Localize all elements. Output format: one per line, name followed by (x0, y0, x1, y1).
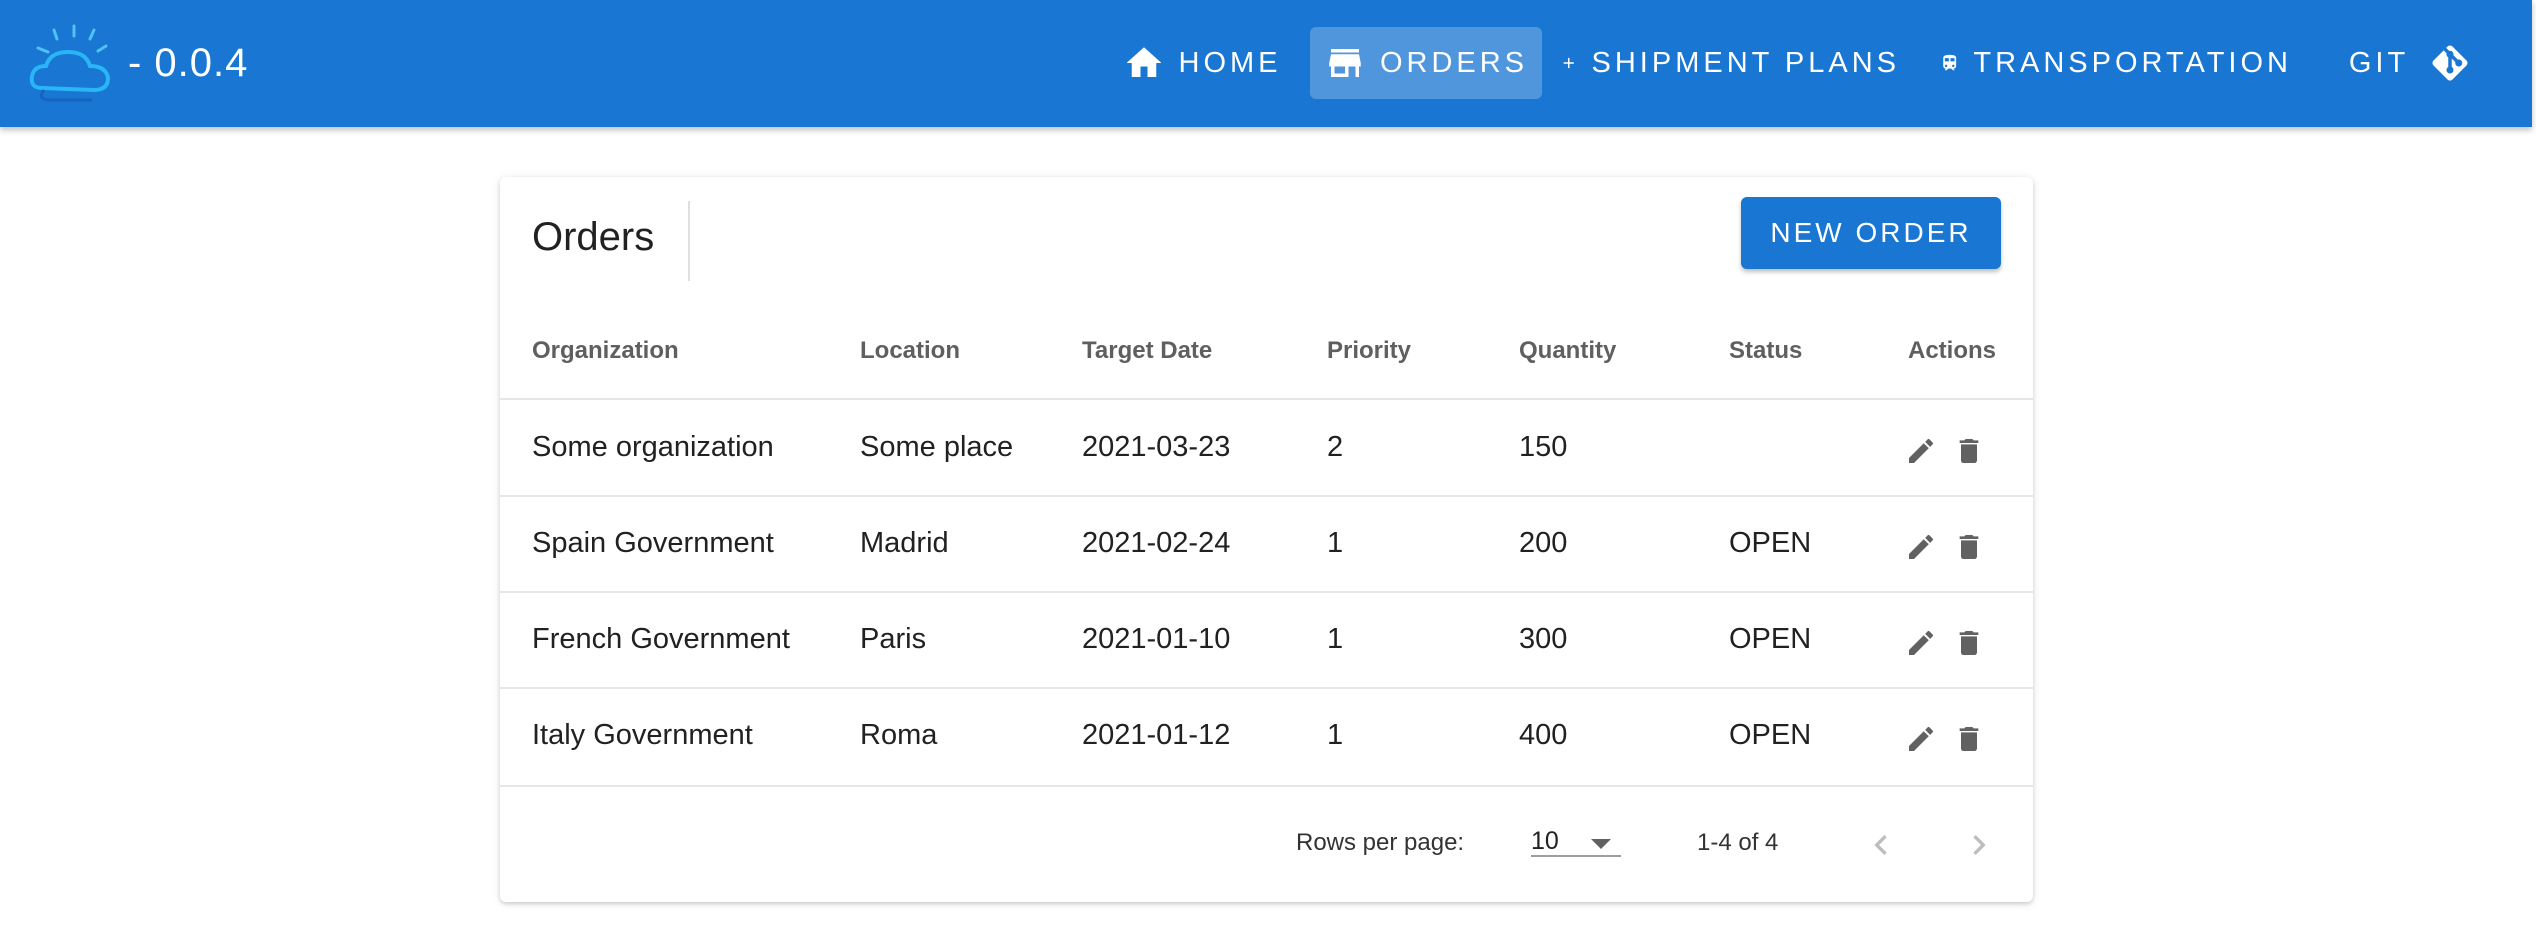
nav-orders[interactable]: ORDERS (1310, 27, 1542, 99)
nav-transportation[interactable]: TRANSPORTATION (1940, 27, 2292, 99)
cell-status: OPEN (1729, 719, 1812, 751)
pagination-range: 1-4 of 4 (1697, 829, 1779, 856)
edit-icon (1909, 630, 1934, 655)
edit-icon (1909, 534, 1934, 559)
cell-organization: Some organization (532, 431, 774, 463)
previous-page-button[interactable] (1859, 823, 1903, 867)
edit-button[interactable] (1901, 623, 1941, 663)
delete-button[interactable] (1949, 719, 1989, 759)
cell-target-date: 2021-02-24 (1082, 527, 1231, 559)
cell-priority: 2 (1327, 431, 1344, 463)
plus-icon (1563, 57, 1574, 69)
nav-home-label: HOME (1178, 46, 1282, 79)
column-header-target-date[interactable]: Target Date (1082, 337, 1212, 365)
brand: - 0.0.4 (28, 22, 248, 104)
delete-button[interactable] (1949, 431, 1989, 471)
table-footer-divider (500, 785, 2033, 787)
git-icon (2432, 45, 2468, 81)
ibm-cloud-icon (29, 24, 111, 102)
cell-priority: 1 (1327, 623, 1344, 655)
cell-organization: French Government (532, 623, 790, 655)
train-icon (1943, 54, 1957, 71)
cell-priority: 1 (1327, 719, 1344, 751)
app-bar: - 0.0.4 HOME ORDERS SHIPMENT PLANS TRANS… (0, 0, 2532, 127)
column-header-priority[interactable]: Priority (1327, 337, 1411, 365)
cell-quantity: 400 (1519, 719, 1568, 751)
delete-icon (1959, 631, 1979, 655)
nav-shipment-plans[interactable]: SHIPMENT PLANS (1560, 27, 1900, 99)
row-divider (500, 687, 2033, 689)
cell-quantity: 200 (1519, 527, 1568, 559)
cell-target-date: 2021-03-23 (1082, 431, 1231, 463)
next-page-button[interactable] (1957, 823, 2001, 867)
new-order-button[interactable]: NEW ORDER (1741, 197, 2001, 269)
app-version: - 0.0.4 (128, 40, 249, 85)
column-header-location[interactable]: Location (860, 337, 960, 365)
row-divider (500, 495, 2033, 497)
cell-organization: Spain Government (532, 527, 774, 559)
orders-card: Orders NEW ORDER Organization Location T… (500, 177, 2033, 902)
title-divider (688, 201, 690, 281)
rows-per-page-select[interactable]: 10 (1531, 815, 1621, 857)
home-icon (1126, 47, 1161, 77)
edit-icon (1909, 438, 1934, 463)
cell-status: OPEN (1729, 527, 1812, 559)
delete-icon (1959, 439, 1979, 463)
nav-home[interactable]: HOME (1112, 27, 1292, 99)
cell-location: Paris (860, 623, 927, 655)
store-icon (1329, 49, 1361, 77)
cell-quantity: 300 (1519, 623, 1568, 655)
delete-button[interactable] (1949, 527, 1989, 567)
column-header-organization[interactable]: Organization (532, 337, 679, 365)
chevron-left-icon (1874, 835, 1887, 855)
edit-button[interactable] (1901, 431, 1941, 471)
cell-target-date: 2021-01-10 (1082, 623, 1231, 655)
row-divider (500, 591, 2033, 593)
nav-git-label: GIT (2348, 46, 2410, 79)
rows-per-page-value: 10 (1531, 827, 1559, 855)
nav-orders-label: ORDERS (1379, 46, 1529, 79)
chevron-down-icon (1591, 839, 1611, 849)
delete-icon (1959, 727, 1979, 751)
cell-location: Roma (860, 719, 938, 751)
column-header-actions: Actions (1908, 337, 1997, 364)
nav-git[interactable]: GIT (2330, 27, 2490, 99)
cell-organization: Italy Government (532, 719, 753, 751)
header-divider (500, 398, 2033, 400)
page-title: Orders (532, 215, 655, 259)
edit-button[interactable] (1901, 719, 1941, 759)
chevron-right-icon (1973, 835, 1986, 855)
column-header-status[interactable]: Status (1729, 337, 1802, 365)
cell-priority: 1 (1327, 527, 1344, 559)
nav-shipment-plans-label: SHIPMENT PLANS (1591, 46, 1900, 79)
delete-icon (1959, 535, 1979, 559)
edit-icon (1909, 726, 1934, 751)
cell-status: OPEN (1729, 623, 1812, 655)
edit-button[interactable] (1901, 527, 1941, 567)
cell-target-date: 2021-01-12 (1082, 719, 1231, 751)
delete-button[interactable] (1949, 623, 1989, 663)
cell-location: Madrid (860, 527, 949, 559)
cell-quantity: 150 (1519, 431, 1568, 463)
rows-per-page-label: Rows per page: (1296, 829, 1465, 856)
cell-location: Some place (860, 431, 1014, 463)
nav-transportation-label: TRANSPORTATION (1973, 46, 2292, 79)
column-header-quantity[interactable]: Quantity (1519, 337, 1616, 365)
